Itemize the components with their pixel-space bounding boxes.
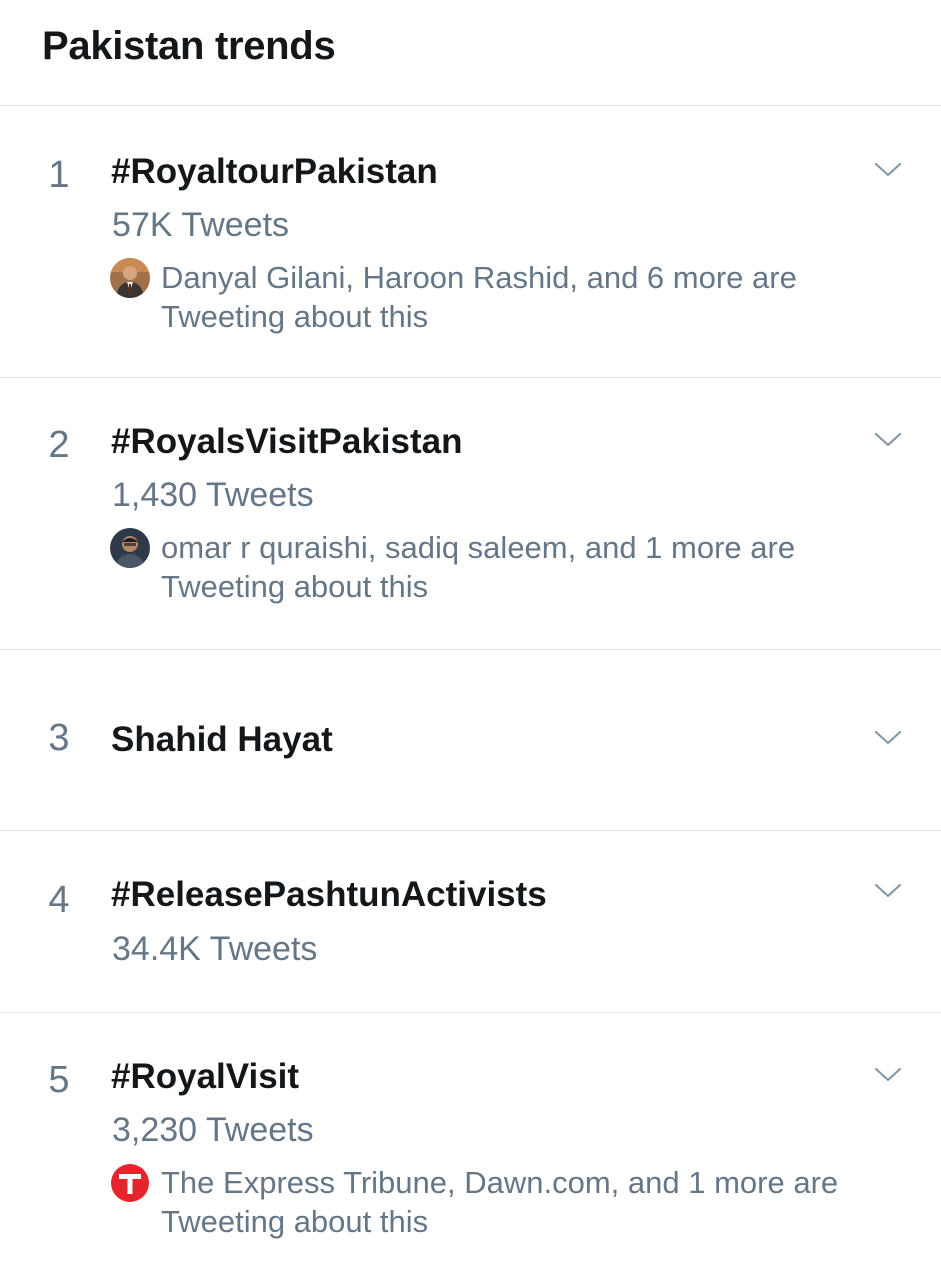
trend-item[interactable]: 5 #RoyalVisit 3,230 Tweets The Express T… <box>0 1013 941 1280</box>
trend-context-text: The Express Tribune, Dawn.com, and 1 mor… <box>161 1165 839 1239</box>
trend-tweet-count: 1,430 Tweets <box>112 476 314 514</box>
trend-rank: 2 <box>48 424 70 466</box>
trend-rank: 1 <box>48 154 70 196</box>
trend-name[interactable]: #ReleasePashtunActivists <box>111 875 547 915</box>
avatar <box>110 528 150 568</box>
trend-item[interactable]: 1 #RoyaltourPakistan 57K Tweets Danyal G… <box>0 106 941 378</box>
trend-rank: 5 <box>48 1059 70 1101</box>
trend-name[interactable]: #RoyalsVisitPakistan <box>111 422 463 462</box>
avatar <box>110 258 150 298</box>
page-title: Pakistan trends <box>42 24 336 68</box>
chevron-down-icon[interactable] <box>873 728 903 748</box>
trend-item[interactable]: 4 #ReleasePashtunActivists 34.4K Tweets <box>0 831 941 1013</box>
trend-name[interactable]: Shahid Hayat <box>111 720 333 760</box>
trend-tweet-count: 57K Tweets <box>112 206 290 244</box>
trend-name[interactable]: #RoyalVisit <box>111 1057 299 1097</box>
trend-context-text: Danyal Gilani, Haroon Rashid, and 6 more… <box>161 260 797 334</box>
trend-rank: 4 <box>48 879 70 921</box>
chevron-down-icon[interactable] <box>873 430 903 450</box>
chevron-down-icon[interactable] <box>873 1065 903 1085</box>
trend-rank: 3 <box>48 717 70 759</box>
express-tribune-logo <box>110 1163 150 1203</box>
trend-tweet-count: 3,230 Tweets <box>112 1111 314 1149</box>
chevron-down-icon[interactable] <box>873 881 903 901</box>
trends-header: Pakistan trends <box>0 0 941 106</box>
trend-name[interactable]: #RoyaltourPakistan <box>111 152 438 192</box>
trend-item[interactable]: 3 Shahid Hayat <box>0 650 941 831</box>
trend-tweet-count: 34.4K Tweets <box>112 930 318 968</box>
chevron-down-icon[interactable] <box>873 160 903 180</box>
trend-context-text: omar r quraishi, sadiq saleem, and 1 mor… <box>161 530 796 604</box>
trend-item[interactable]: 2 #RoyalsVisitPakistan 1,430 Tweets omar… <box>0 378 941 650</box>
